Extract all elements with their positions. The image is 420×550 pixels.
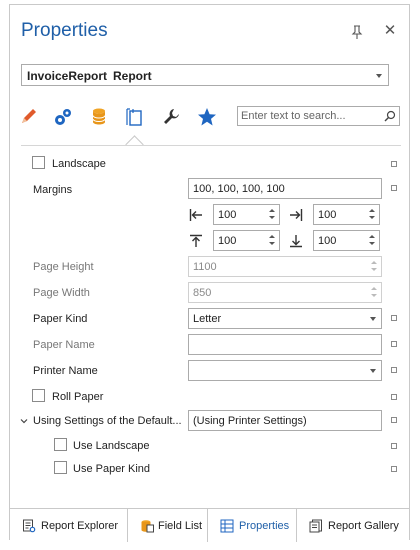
tab-properties[interactable]: Properties <box>208 509 297 542</box>
tab-field-list[interactable]: Field List <box>128 509 208 542</box>
landscape-marker[interactable] <box>391 161 397 167</box>
printer-name-marker[interactable] <box>391 367 397 373</box>
properties-grid-icon <box>220 519 234 533</box>
star-icon[interactable] <box>196 106 218 128</box>
use-landscape-label: Use Landscape <box>73 440 150 452</box>
page-height-label: Page Height <box>33 261 94 273</box>
pin-icon[interactable] <box>350 24 364 40</box>
report-gallery-icon <box>309 519 323 533</box>
margin-top-stepper[interactable]: 100 <box>213 230 280 251</box>
landscape-label: Landscape <box>52 158 106 170</box>
printer-name-dropdown[interactable] <box>188 360 382 381</box>
chevron-down-icon <box>370 317 376 321</box>
margin-top-icon <box>189 234 203 248</box>
margin-right-stepper[interactable]: 100 <box>313 204 380 225</box>
landscape-checkbox[interactable] <box>32 156 45 169</box>
use-landscape-checkbox[interactable] <box>54 438 67 451</box>
use-paper-kind-checkbox[interactable] <box>54 461 67 474</box>
wrench-icon[interactable] <box>160 106 182 128</box>
margins-value: 100, 100, 100, 100 <box>193 183 285 195</box>
use-paper-kind-marker[interactable] <box>391 466 397 472</box>
tab-report-gallery-label: Report Gallery <box>328 520 399 532</box>
page-width-spin <box>369 285 379 300</box>
margin-bottom-icon <box>289 234 303 248</box>
page-width-field: 850 <box>188 282 382 303</box>
margin-left-spin[interactable] <box>267 207 277 222</box>
object-name: InvoiceReport <box>27 69 108 83</box>
paper-kind-dropdown[interactable]: Letter <box>188 308 382 329</box>
margin-left-value: 100 <box>218 209 237 221</box>
margin-bottom-value: 100 <box>318 235 337 247</box>
chevron-down-icon <box>376 74 382 78</box>
page-height-spin <box>369 259 379 274</box>
margins-label: Margins <box>33 184 73 196</box>
margin-left-icon <box>189 208 203 222</box>
margin-right-icon <box>289 208 303 222</box>
page-width-value: 850 <box>193 287 212 299</box>
tab-field-list-label: Field List <box>158 520 203 532</box>
paper-kind-marker[interactable] <box>391 315 397 321</box>
tab-report-explorer-label: Report Explorer <box>41 520 119 532</box>
pencil-icon[interactable] <box>18 106 40 128</box>
properties-panel: Properties ✕ InvoiceReport Report Enter … <box>9 4 411 542</box>
margin-bottom-spin[interactable] <box>367 233 377 248</box>
use-paper-kind-label: Use Paper Kind <box>73 463 151 475</box>
paper-name-field[interactable] <box>188 334 382 355</box>
use-landscape-marker[interactable] <box>391 443 397 449</box>
tab-properties-label: Properties <box>239 520 290 532</box>
margins-marker[interactable] <box>391 185 397 191</box>
tab-divider <box>21 145 401 146</box>
roll-paper-marker[interactable] <box>391 394 397 400</box>
paper-kind-value: Letter <box>193 313 222 325</box>
margin-right-value: 100 <box>318 209 337 221</box>
page-layout-icon[interactable] <box>124 106 146 128</box>
margin-top-spin[interactable] <box>267 233 277 248</box>
tab-report-gallery[interactable]: Report Gallery <box>297 509 411 542</box>
database-icon[interactable] <box>88 106 110 128</box>
gears-icon[interactable] <box>52 106 74 128</box>
object-selector[interactable]: InvoiceReport Report <box>21 64 389 86</box>
search-placeholder: Enter text to search... <box>241 110 346 122</box>
roll-paper-checkbox[interactable] <box>32 389 45 402</box>
expand-chevron-icon[interactable] <box>20 416 28 424</box>
report-explorer-icon <box>22 519 36 533</box>
page-width-label: Page Width <box>33 287 90 299</box>
using-settings-field[interactable]: (Using Printer Settings) <box>188 410 382 431</box>
close-icon[interactable]: ✕ <box>383 23 397 38</box>
search-icon <box>384 110 396 122</box>
field-list-icon <box>140 519 154 533</box>
bottom-tab-bar: Report Explorer Field List Properties Re… <box>10 508 411 542</box>
margins-field[interactable]: 100, 100, 100, 100 <box>188 178 382 199</box>
panel-title: Properties <box>21 20 108 41</box>
roll-paper-label: Roll Paper <box>52 391 104 403</box>
chevron-down-icon <box>370 369 376 373</box>
margin-bottom-stepper[interactable]: 100 <box>313 230 380 251</box>
panel-titlebar: Properties ✕ <box>10 5 409 57</box>
property-search-input[interactable]: Enter text to search... <box>237 106 400 126</box>
margin-left-stepper[interactable]: 100 <box>213 204 280 225</box>
tab-report-explorer[interactable]: Report Explorer <box>10 509 128 542</box>
using-settings-value: (Using Printer Settings) <box>193 415 307 427</box>
paper-kind-label: Paper Kind <box>33 313 88 325</box>
paper-name-label: Paper Name <box>33 339 95 351</box>
margin-right-spin[interactable] <box>367 207 377 222</box>
printer-name-label: Printer Name <box>33 365 98 377</box>
object-type: Report <box>113 69 152 83</box>
margin-top-value: 100 <box>218 235 237 247</box>
page-height-value: 1100 <box>193 261 217 273</box>
using-settings-label: Using Settings of the Default... <box>33 415 182 427</box>
using-settings-marker[interactable] <box>391 417 397 423</box>
page-height-field: 1100 <box>188 256 382 277</box>
paper-name-marker[interactable] <box>391 341 397 347</box>
